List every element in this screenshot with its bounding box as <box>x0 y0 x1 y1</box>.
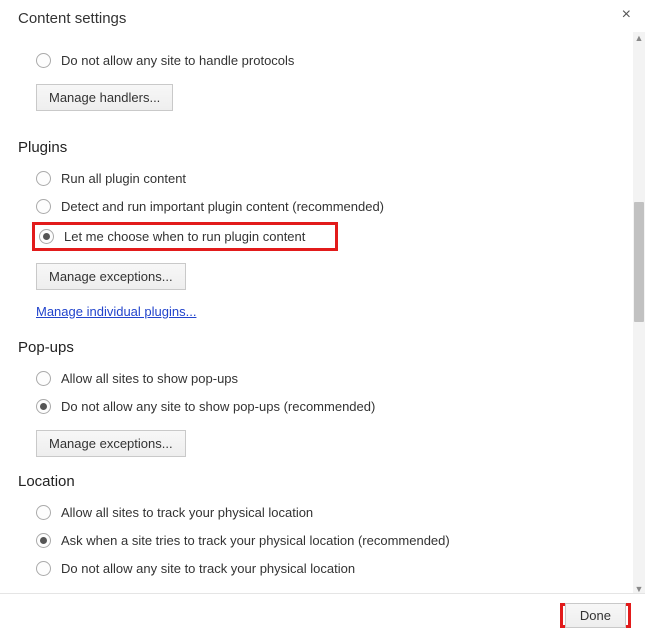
option-label: Do not allow any site to track your phys… <box>61 561 355 576</box>
plugins-manage-exceptions-button[interactable]: Manage exceptions... <box>36 263 186 290</box>
location-options: Allow all sites to track your physical l… <box>18 498 615 582</box>
plugins-heading: Plugins <box>18 139 615 156</box>
radio-icon[interactable] <box>36 399 51 414</box>
scroll-up-icon[interactable]: ▲ <box>633 32 645 44</box>
location-opt-allow[interactable]: Allow all sites to track your physical l… <box>36 498 615 526</box>
radio-icon[interactable] <box>36 371 51 386</box>
dialog-title: Content settings <box>18 10 126 27</box>
handlers-opt-block[interactable]: Do not allow any site to handle protocol… <box>36 46 615 74</box>
location-heading: Location <box>18 473 615 490</box>
radio-icon[interactable] <box>36 199 51 214</box>
option-label: Allow all sites to show pop-ups <box>61 371 238 386</box>
plugins-opt-run-all[interactable]: Run all plugin content <box>36 164 615 192</box>
plugins-opt-detect[interactable]: Detect and run important plugin content … <box>36 192 615 220</box>
handlers-options: Do not allow any site to handle protocol… <box>18 46 615 74</box>
plugins-opt-choose-highlight: Let me choose when to run plugin content <box>32 222 338 251</box>
radio-icon[interactable] <box>39 229 54 244</box>
option-label: Detect and run important plugin content … <box>61 199 384 214</box>
location-opt-block[interactable]: Do not allow any site to track your phys… <box>36 554 615 582</box>
dialog-footer: Done <box>0 593 645 637</box>
dialog-header: Content settings × <box>0 0 645 27</box>
option-label: Run all plugin content <box>61 171 186 186</box>
popups-heading: Pop-ups <box>18 339 615 356</box>
option-label: Let me choose when to run plugin content <box>64 229 305 244</box>
option-label: Ask when a site tries to track your phys… <box>61 533 450 548</box>
location-opt-ask[interactable]: Ask when a site tries to track your phys… <box>36 526 615 554</box>
plugins-options: Run all plugin content Detect and run im… <box>18 164 615 253</box>
popups-manage-exceptions-button[interactable]: Manage exceptions... <box>36 430 186 457</box>
option-label: Allow all sites to track your physical l… <box>61 505 313 520</box>
radio-icon[interactable] <box>36 533 51 548</box>
scrollbar-track[interactable]: ▲ ▼ <box>633 32 645 595</box>
radio-icon[interactable] <box>36 53 51 68</box>
manage-handlers-button[interactable]: Manage handlers... <box>36 84 173 111</box>
option-label: Do not allow any site to show pop-ups (r… <box>61 399 375 414</box>
done-highlight: Done <box>560 603 631 628</box>
popups-opt-block[interactable]: Do not allow any site to show pop-ups (r… <box>36 392 615 420</box>
done-button[interactable]: Done <box>565 603 626 628</box>
radio-icon[interactable] <box>36 171 51 186</box>
close-icon[interactable]: × <box>622 6 631 24</box>
dialog-body: Do not allow any site to handle protocol… <box>0 32 633 595</box>
popups-options: Allow all sites to show pop-ups Do not a… <box>18 364 615 420</box>
popups-opt-allow[interactable]: Allow all sites to show pop-ups <box>36 364 615 392</box>
option-label: Do not allow any site to handle protocol… <box>61 53 294 68</box>
radio-icon[interactable] <box>36 505 51 520</box>
content-settings-dialog: Content settings × Do not allow any site… <box>0 0 645 637</box>
radio-icon[interactable] <box>36 561 51 576</box>
scrollbar-thumb[interactable] <box>634 202 644 322</box>
manage-individual-plugins-link[interactable]: Manage individual plugins... <box>36 304 196 319</box>
